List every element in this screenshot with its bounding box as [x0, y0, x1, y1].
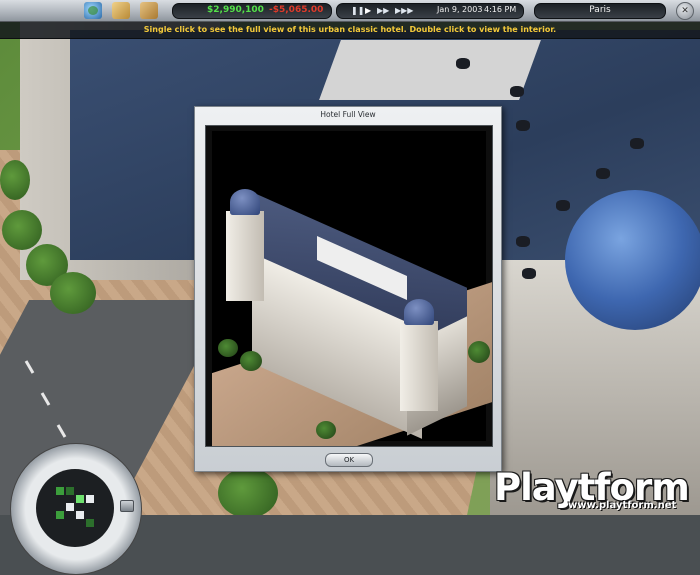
minimap-cell: [86, 519, 94, 527]
dialog-title: Hotel Full View: [320, 110, 376, 119]
minimap-cell: [76, 495, 84, 503]
chimney: [596, 168, 610, 179]
minimap-cell: [56, 487, 64, 495]
tree: [468, 341, 490, 363]
tree: [0, 160, 30, 200]
chimney: [630, 138, 644, 149]
money-balance: $2,990,100: [207, 5, 264, 15]
hotel-render: [212, 131, 492, 446]
play-icon[interactable]: ▶: [365, 6, 371, 16]
time-control-panel: ❚❚ ▶ ▶▶ ▶▶▶ Jan 9, 2003 4:16 PM: [336, 3, 524, 19]
expense-amount: -$5,065.00: [269, 5, 324, 15]
hotel-model-tower: [400, 321, 438, 411]
globe-icon[interactable]: [84, 2, 102, 19]
hint-text: Single click to see the full view of thi…: [143, 25, 557, 34]
minimap-cell: [86, 495, 94, 503]
chimney: [516, 236, 530, 247]
tree: [2, 210, 42, 250]
game-date: Jan 9, 2003: [437, 5, 483, 14]
hotel-model-dome: [230, 189, 260, 215]
minimap-cell: [56, 511, 64, 519]
city-name: Paris: [589, 5, 611, 15]
tree: [316, 421, 336, 439]
chimney: [456, 58, 470, 69]
close-icon[interactable]: ✕: [676, 2, 694, 20]
pause-icon[interactable]: ❚❚: [351, 6, 364, 16]
hotel-full-view-dialog: Hotel Full View OK: [194, 106, 502, 472]
minimap-cell: [76, 511, 84, 519]
city-selector[interactable]: Paris: [534, 3, 666, 19]
tree: [50, 272, 96, 314]
watermark-url: www.playtform.net: [568, 500, 677, 511]
minimap-cell: [66, 487, 74, 495]
chimney: [516, 120, 530, 131]
hotel-model-dome: [404, 299, 434, 325]
finance-panel: $2,990,100 -$5,065.00: [172, 3, 332, 19]
boxes-icon[interactable]: [112, 2, 130, 19]
game-time: 4:16 PM: [484, 5, 517, 14]
tree: [218, 339, 238, 357]
chimney: [522, 268, 536, 279]
fast-forward-icon[interactable]: ▶▶: [377, 6, 389, 16]
card-icon[interactable]: [140, 2, 158, 19]
hotel-preview-viewport[interactable]: [205, 125, 493, 447]
faster-icon[interactable]: ▶▶▶: [395, 6, 413, 16]
minimap-cell: [66, 503, 74, 511]
minimap[interactable]: [36, 469, 114, 547]
hotel-dome[interactable]: [565, 190, 700, 330]
minimap-toggle-button[interactable]: [120, 500, 134, 512]
hint-bar: Single click to see the full view of thi…: [0, 22, 700, 39]
ok-button[interactable]: OK: [325, 453, 373, 467]
top-toolbar: $2,990,100 -$5,065.00 ❚❚ ▶ ▶▶ ▶▶▶ Jan 9,…: [0, 0, 700, 22]
chimney: [510, 86, 524, 97]
hotel-roof-terrace: [319, 40, 541, 100]
tree: [240, 351, 262, 371]
tree: [218, 468, 278, 515]
chimney: [556, 200, 570, 211]
hotel-model-tower: [226, 211, 264, 301]
